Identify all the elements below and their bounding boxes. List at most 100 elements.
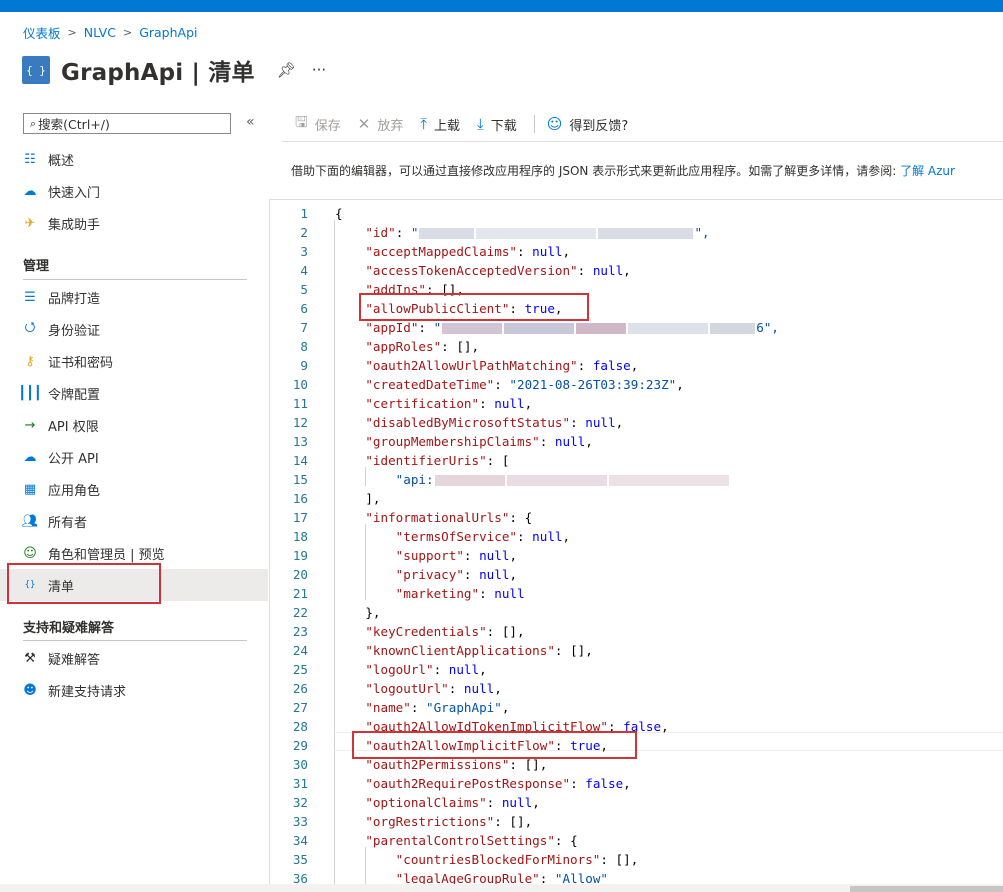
sidebar-item-label: 应用角色 — [48, 483, 101, 499]
toolbar-divider-line — [282, 141, 1003, 142]
sidebar-item-branding[interactable]: ☰ 品牌打造 — [0, 281, 268, 313]
highlight-oauth2-allow-implicit-flow — [352, 731, 637, 759]
key-icon: ⚷ — [25, 353, 35, 369]
breadcrumb: 仪表板 > NLVC > GraphApi — [23, 23, 198, 41]
cloud-api-icon: ☁ — [23, 449, 37, 465]
code-line: 32 "optionalClaims": null, — [270, 793, 1003, 812]
code-text: "privacy": null, — [395, 567, 518, 582]
learn-more-link[interactable]: 了解 Azur — [900, 164, 955, 178]
line-number: 4 — [300, 263, 308, 278]
search-input[interactable]: ⌕ 搜索(Ctrl+/) — [23, 113, 231, 134]
code-text: "termsOfService": null, — [395, 529, 571, 544]
code-text: ], — [335, 491, 381, 506]
breadcrumb-nlvc[interactable]: NLVC — [84, 25, 116, 40]
code-line: 23 "keyCredentials": [], — [270, 622, 1003, 641]
more-options-icon[interactable]: ··· — [312, 61, 326, 79]
line-number: 2 — [300, 225, 308, 240]
sidebar-item-expose-api[interactable]: ☁ 公开 API — [0, 441, 268, 473]
line-number: 35 — [292, 852, 308, 867]
line-number: 27 — [292, 700, 308, 715]
line-number: 1 — [300, 206, 308, 221]
code-text: "acceptMappedClaims": null, — [365, 244, 571, 259]
sidebar-item-app-roles[interactable]: ▦ 应用角色 — [0, 473, 268, 505]
line-number: 21 — [292, 586, 308, 601]
code-line: 20 "privacy": null, — [270, 565, 1003, 584]
quickstart-cloud-icon: ☁ — [23, 183, 37, 199]
chevron-right-icon: > — [67, 25, 77, 39]
sidebar-item-label: 新建支持请求 — [48, 684, 127, 700]
code-text: }, — [335, 605, 381, 620]
sidebar-item-overview[interactable]: ☷ 概述 — [0, 143, 268, 175]
sidebar-item-token-config[interactable]: ┃┃┃ 令牌配置 — [0, 377, 268, 409]
download-button[interactable]: ⤓ 下载 — [477, 115, 517, 134]
app-roles-grid-icon: ▦ — [23, 481, 37, 497]
close-icon: ✕ — [357, 115, 371, 133]
upload-button[interactable]: ⤒ 上载 — [420, 115, 460, 134]
code-line: 4 "accessTokenAcceptedVersion": null, — [270, 261, 1003, 280]
code-text: "name": "GraphApi", — [365, 700, 510, 715]
section-header-support: 支持和疑难解答 — [23, 621, 115, 636]
code-line: 25 "logoUrl": null, — [270, 660, 1003, 679]
code-line: 2 "id": " ", — [270, 223, 1003, 242]
sidebar-item-quickstart[interactable]: ☁ 快速入门 — [0, 175, 268, 207]
line-number: 25 — [292, 662, 308, 677]
sidebar-item-certificates[interactable]: ⚷ 证书和密码 — [0, 345, 268, 377]
line-number: 29 — [292, 738, 308, 753]
code-text: "createdDateTime": "2021-08-26T03:39:23Z… — [365, 377, 684, 392]
collapse-sidebar-icon[interactable]: « — [246, 114, 255, 130]
code-text: "knownClientApplications": [], — [365, 643, 593, 658]
sidebar-item-label: 概述 — [48, 153, 75, 169]
sidebar-item-label: 令牌配置 — [48, 387, 101, 403]
code-line: 11 "certification": null, — [270, 394, 1003, 413]
feedback-button[interactable]: ☺ 得到反馈? — [547, 115, 629, 134]
sidebar-item-label: 证书和密码 — [48, 355, 114, 371]
line-number: 18 — [292, 529, 308, 544]
support-person-icon: ☻ — [23, 682, 37, 698]
line-number: 5 — [300, 282, 308, 297]
sidebar-item-troubleshooting[interactable]: ⚒ 疑难解答 — [0, 642, 268, 674]
code-line: 17 "informationalUrls": { — [270, 508, 1003, 527]
command-bar: 🖫︎ 保存 ✕ 放弃 ⤒ 上载 ⤓ 下载 ☺ 得到反馈? — [295, 112, 645, 136]
toolbar-divider — [533, 115, 535, 133]
code-text: "groupMembershipClaims": null, — [365, 434, 593, 449]
discard-button[interactable]: ✕ 放弃 — [358, 115, 404, 134]
sidebar-item-owners[interactable]: 👥︎ 所有者 — [0, 505, 268, 537]
feedback-label: 得到反馈? — [569, 118, 629, 134]
highlight-manifest — [7, 563, 161, 604]
breadcrumb-graphapi[interactable]: GraphApi — [139, 25, 197, 40]
code-text: { — [335, 206, 343, 221]
sidebar-item-authentication[interactable]: ⭯ 身份验证 — [0, 313, 268, 345]
line-number: 31 — [292, 776, 308, 791]
sidebar-item-new-support-request[interactable]: ☻ 新建支持请求 — [0, 674, 268, 706]
sidebar-item-label: 品牌打造 — [48, 291, 101, 307]
line-number: 7 — [300, 320, 308, 335]
code-text: "disabledByMicrosoftStatus": null, — [365, 415, 624, 430]
roles-admins-icon: ☺ — [23, 545, 37, 561]
code-line: 15 "api: — [270, 470, 1003, 489]
code-line: 18 "termsOfService": null, — [270, 527, 1003, 546]
code-text: "orgRestrictions": [], — [365, 814, 533, 829]
download-label: 下载 — [490, 118, 517, 134]
breadcrumb-dashboard[interactable]: 仪表板 — [23, 23, 61, 42]
line-number: 17 — [292, 510, 308, 525]
line-number: 32 — [292, 795, 308, 810]
code-line: 9 "oauth2AllowUrlPathMatching": false, — [270, 356, 1003, 375]
horizontal-scrollbar[interactable] — [850, 886, 1003, 892]
code-line: 26 "logoutUrl": null, — [270, 679, 1003, 698]
sidebar-item-label: API 权限 — [48, 419, 99, 435]
code-line: 12 "disabledByMicrosoftStatus": null, — [270, 413, 1003, 432]
code-line: 34 "parentalControlSettings": { — [270, 831, 1003, 850]
overview-icon: ☷ — [24, 151, 36, 167]
branding-icon: ☰ — [24, 289, 36, 305]
pin-icon[interactable]: 📌︎ — [277, 61, 296, 79]
page-title: GraphApi | 清单 — [61, 60, 255, 86]
line-number: 10 — [292, 377, 308, 392]
sidebar-item-api-permissions[interactable]: → API 权限 — [0, 409, 268, 441]
save-button[interactable]: 🖫︎ 保存 — [295, 112, 341, 137]
code-line: 22 }, — [270, 603, 1003, 622]
discard-label: 放弃 — [377, 118, 404, 134]
owners-icon: 👥︎ — [21, 513, 39, 529]
line-number: 16 — [292, 491, 308, 506]
code-line: 1{ — [270, 204, 1003, 223]
sidebar-item-integration-assistant[interactable]: ✈ 集成助手 — [0, 207, 268, 239]
